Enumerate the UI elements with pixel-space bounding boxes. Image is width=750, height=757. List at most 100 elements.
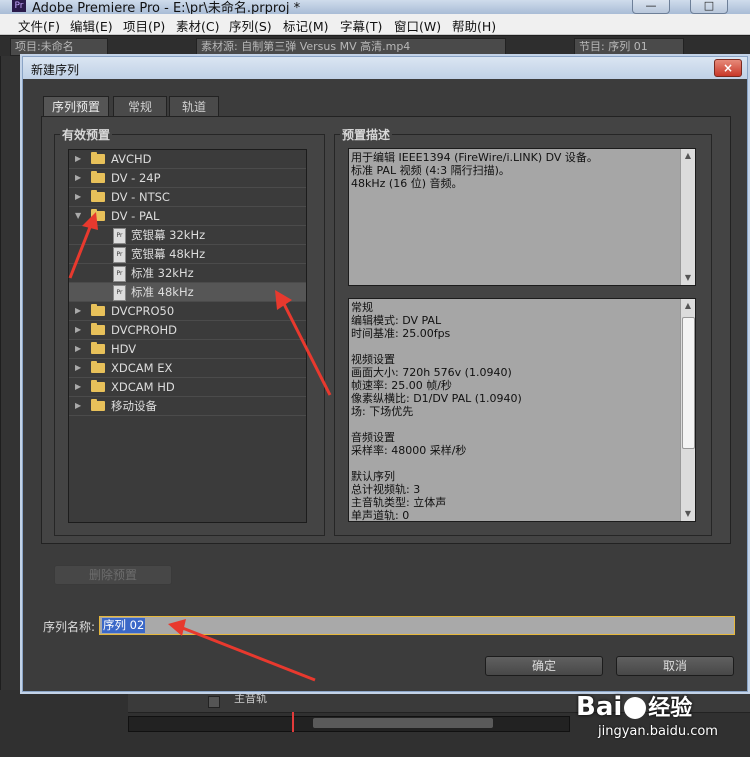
preset-label: 宽银幕 48kHz xyxy=(131,247,206,261)
preset-file-widescreen-48khz[interactable]: Pr 宽银幕 48kHz xyxy=(69,245,306,264)
app-title: Adobe Premiere Pro - E:\pr\未命名.prproj * xyxy=(32,1,301,14)
menu-file[interactable]: 文件(F) xyxy=(18,16,60,35)
timeline-scroll-thumb[interactable] xyxy=(313,718,493,728)
menu-marker[interactable]: 标记(M) xyxy=(283,16,329,35)
tab-content-pane: 有效预置 ▶ AVCHD ▶ DV - 24P ▶ DV - NTSC ▼ DV… xyxy=(41,116,731,585)
scroll-down-icon[interactable]: ▼ xyxy=(681,271,695,285)
preset-label: HDV xyxy=(111,342,137,356)
new-sequence-dialog: 新建序列 × 序列预置 常规 轨道 有效预置 ▶ AVCHD ▶ DV - 24… xyxy=(22,56,748,692)
scroll-up-icon[interactable]: ▲ xyxy=(681,299,695,313)
available-presets-title: 有效预置 xyxy=(60,126,113,143)
scroll-down-icon[interactable]: ▼ xyxy=(681,507,695,521)
tab-sequence-presets[interactable]: 序列预置 xyxy=(43,96,109,118)
expand-icon[interactable]: ▶ xyxy=(75,321,85,339)
folder-icon xyxy=(91,171,105,183)
expand-icon[interactable]: ▶ xyxy=(75,150,85,168)
folder-icon xyxy=(91,304,105,316)
expand-icon[interactable]: ▶ xyxy=(75,340,85,358)
cancel-button[interactable]: 取消 xyxy=(616,656,734,676)
menu-title[interactable]: 字幕(T) xyxy=(340,16,382,35)
watermark-brand: Bai 经验 xyxy=(576,690,692,722)
menu-bar: 文件(F) 编辑(E) 项目(P) 素材(C) 序列(S) 标记(M) 字幕(T… xyxy=(0,14,750,35)
maximize-button[interactable]: □ xyxy=(690,0,728,14)
preset-description-text: 用于编辑 IEEE1394 (FireWire/i.LINK) DV 设备。 标… xyxy=(348,148,696,286)
preset-tree[interactable]: ▶ AVCHD ▶ DV - 24P ▶ DV - NTSC ▼ DV - PA… xyxy=(68,149,307,523)
preset-folder-xdcam-hd[interactable]: ▶ XDCAM HD xyxy=(69,378,306,397)
description-scrollbar[interactable]: ▲ ▼ xyxy=(680,149,695,285)
preset-folder-dv-24p[interactable]: ▶ DV - 24P xyxy=(69,169,306,188)
playhead-marker[interactable] xyxy=(292,712,294,732)
preset-label: XDCAM HD xyxy=(111,380,175,394)
preset-folder-dv-ntsc[interactable]: ▶ DV - NTSC xyxy=(69,188,306,207)
premiere-app-icon: Pr xyxy=(12,0,26,12)
preset-folder-dvcpro50[interactable]: ▶ DVCPRO50 xyxy=(69,302,306,321)
folder-icon xyxy=(91,342,105,354)
expand-icon[interactable]: ▶ xyxy=(75,397,85,415)
close-icon[interactable]: × xyxy=(714,59,742,77)
preset-file-standard-32khz[interactable]: Pr 标准 32kHz xyxy=(69,264,306,283)
minimize-button[interactable]: — xyxy=(632,0,670,14)
preset-folder-dvcprohd[interactable]: ▶ DVCPROHD xyxy=(69,321,306,340)
expand-icon[interactable]: ▶ xyxy=(75,378,85,396)
menu-clip[interactable]: 素材(C) xyxy=(176,16,219,35)
watermark-brand-text-2: 经验 xyxy=(648,696,693,721)
tab-general[interactable]: 常规 xyxy=(113,96,167,117)
preset-folder-avchd[interactable]: ▶ AVCHD xyxy=(69,150,306,169)
preset-file-widescreen-32khz[interactable]: Pr 宽银幕 32kHz xyxy=(69,226,306,245)
watermark-site: jingyan.baidu.com xyxy=(598,724,718,739)
preset-file-icon: Pr xyxy=(113,285,126,301)
panel-tab-strip: 项目:未命名 素材源: 自制第三弹 Versus MV 高清.mp4 节目: 序… xyxy=(0,36,750,56)
details-line: 场: 下场优先 xyxy=(351,405,414,418)
expand-icon[interactable]: ▶ xyxy=(75,169,85,187)
preset-file-standard-48khz[interactable]: Pr 标准 48kHz xyxy=(69,283,306,302)
details-scrollbar[interactable]: ▲ ▼ xyxy=(680,299,695,521)
preset-label: DV - 24P xyxy=(111,171,161,185)
preset-details-text: 常规 编辑模式: DV PAL 时间基准: 25.00fps 视频设置 画面大小… xyxy=(348,298,696,522)
description-line: 标准 PAL 视频 (4:3 隔行扫描)。 xyxy=(351,164,510,177)
preset-label: AVCHD xyxy=(111,152,152,166)
track-toggle-icon[interactable] xyxy=(208,696,220,708)
expand-icon[interactable]: ▶ xyxy=(75,302,85,320)
details-line: 主音轨类型: 立体声 xyxy=(351,496,447,509)
folder-icon xyxy=(91,190,105,202)
folder-icon xyxy=(91,323,105,335)
preset-label: 宽银幕 32kHz xyxy=(131,228,206,242)
preset-label: DV - PAL xyxy=(111,209,160,223)
dialog-title: 新建序列 xyxy=(31,63,80,77)
details-line: 画面大小: 720h 576v (1.0940) xyxy=(351,366,512,379)
dialog-title-bar: 新建序列 × xyxy=(23,57,747,79)
timeline-horizontal-scrollbar[interactable] xyxy=(128,716,570,732)
preset-folder-mobile-devices[interactable]: ▶ 移动设备 xyxy=(69,397,306,416)
program-panel-tab[interactable]: 节目: 序列 01 xyxy=(574,38,684,56)
description-line: 48kHz (16 位) 音频。 xyxy=(351,177,463,190)
sequence-name-input[interactable]: 序列 02 xyxy=(99,616,735,635)
menu-sequence[interactable]: 序列(S) xyxy=(229,16,272,35)
expand-icon[interactable]: ▶ xyxy=(75,359,85,377)
preset-folder-hdv[interactable]: ▶ HDV xyxy=(69,340,306,359)
details-line: 视频设置 xyxy=(351,353,395,366)
details-line: 默认序列 xyxy=(351,470,395,483)
details-line: 编辑模式: DV PAL xyxy=(351,314,442,327)
preset-folder-dv-pal[interactable]: ▼ DV - PAL xyxy=(69,207,306,226)
tab-tracks[interactable]: 轨道 xyxy=(169,96,219,117)
app-title-bar: Pr Adobe Premiere Pro - E:\pr\未命名.prproj… xyxy=(0,0,750,14)
ok-button[interactable]: 确定 xyxy=(485,656,603,676)
menu-help[interactable]: 帮助(H) xyxy=(452,16,496,35)
details-line: 总计视频轨: 3 xyxy=(351,483,421,496)
master-track-label: 主音轨 xyxy=(234,692,267,705)
menu-window[interactable]: 窗口(W) xyxy=(394,16,441,35)
menu-project[interactable]: 项目(P) xyxy=(123,16,165,35)
details-scroll-thumb[interactable] xyxy=(682,317,695,449)
folder-icon xyxy=(91,152,105,164)
menu-edit[interactable]: 编辑(E) xyxy=(70,16,113,35)
expand-icon[interactable]: ▶ xyxy=(75,188,85,206)
sequence-name-value: 序列 02 xyxy=(102,618,146,633)
collapse-icon[interactable]: ▼ xyxy=(75,207,85,225)
preset-folder-xdcam-ex[interactable]: ▶ XDCAM EX xyxy=(69,359,306,378)
delete-preset-button[interactable]: 删除预置 xyxy=(54,565,172,585)
project-panel-tab[interactable]: 项目:未命名 xyxy=(10,38,108,56)
preset-description-title: 预置描述 xyxy=(340,126,393,143)
source-panel-tab[interactable]: 素材源: 自制第三弹 Versus MV 高清.mp4 xyxy=(196,38,506,56)
paw-icon xyxy=(624,696,647,719)
scroll-up-icon[interactable]: ▲ xyxy=(681,149,695,163)
